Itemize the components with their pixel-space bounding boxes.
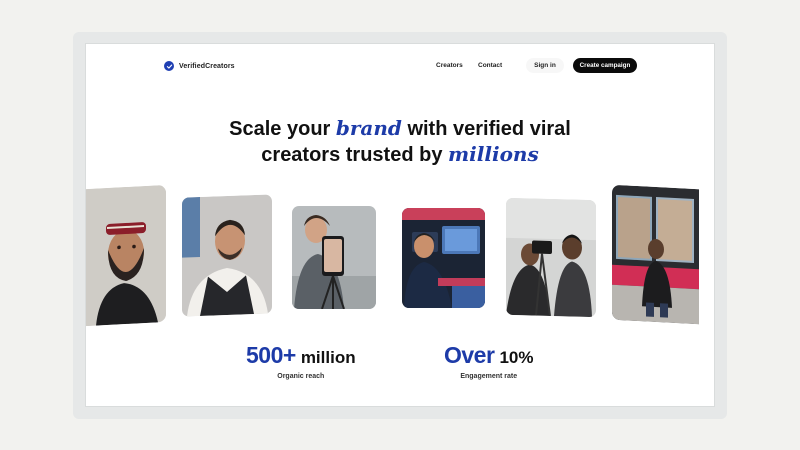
stat-organic-reach: 500+ million Organic reach — [246, 342, 356, 380]
stat-value-prefix: Over — [444, 342, 495, 368]
stat-label: Organic reach — [277, 373, 325, 380]
creator-photo-camera-crew[interactable] — [506, 197, 596, 318]
verified-check-icon — [164, 61, 174, 71]
top-nav: VerifiedCreators Creators Contact Sign i… — [86, 44, 714, 88]
nav-link-creators[interactable]: Creators — [436, 62, 463, 69]
landing-page: VerifiedCreators Creators Contact Sign i… — [86, 44, 714, 406]
logo-text: VerifiedCreators — [179, 62, 235, 70]
sign-in-button[interactable]: Sign in — [526, 58, 564, 73]
creator-photo-street-poster[interactable] — [612, 184, 699, 325]
creator-photo-headband[interactable] — [86, 184, 166, 327]
creator-photo-phone-rig[interactable] — [292, 206, 376, 309]
creator-photo-vest[interactable] — [182, 194, 272, 317]
stat-engagement-rate: Over 10% Engagement rate — [444, 342, 533, 380]
creator-carousel — [86, 184, 714, 327]
create-campaign-button[interactable]: Create campaign — [573, 58, 637, 73]
headline-text: creators trusted by — [261, 144, 449, 166]
headline-text: with verified viral — [401, 118, 571, 140]
logo[interactable]: VerifiedCreators — [164, 61, 235, 71]
headline-emphasis-millions: millions — [448, 142, 539, 166]
headline-emphasis-brand: brand — [335, 116, 402, 140]
stat-value: 500+ million — [246, 342, 356, 369]
stat-value-number: 10% — [499, 348, 534, 367]
stat-value: Over 10% — [444, 342, 533, 369]
stat-value-number: 500+ — [246, 342, 296, 368]
headline-line-1: Scale your brand with verified viral — [86, 116, 714, 142]
nav-link-contact[interactable]: Contact — [478, 62, 502, 69]
stat-label: Engagement rate — [460, 373, 518, 380]
stat-value-unit: million — [300, 348, 356, 367]
headline-line-2: creators trusted by millions — [86, 142, 714, 168]
creator-photo-editing-desk[interactable] — [402, 208, 485, 308]
headline-text: Scale your — [229, 118, 336, 140]
hero-headline: Scale your brand with verified viral cre… — [86, 116, 714, 168]
